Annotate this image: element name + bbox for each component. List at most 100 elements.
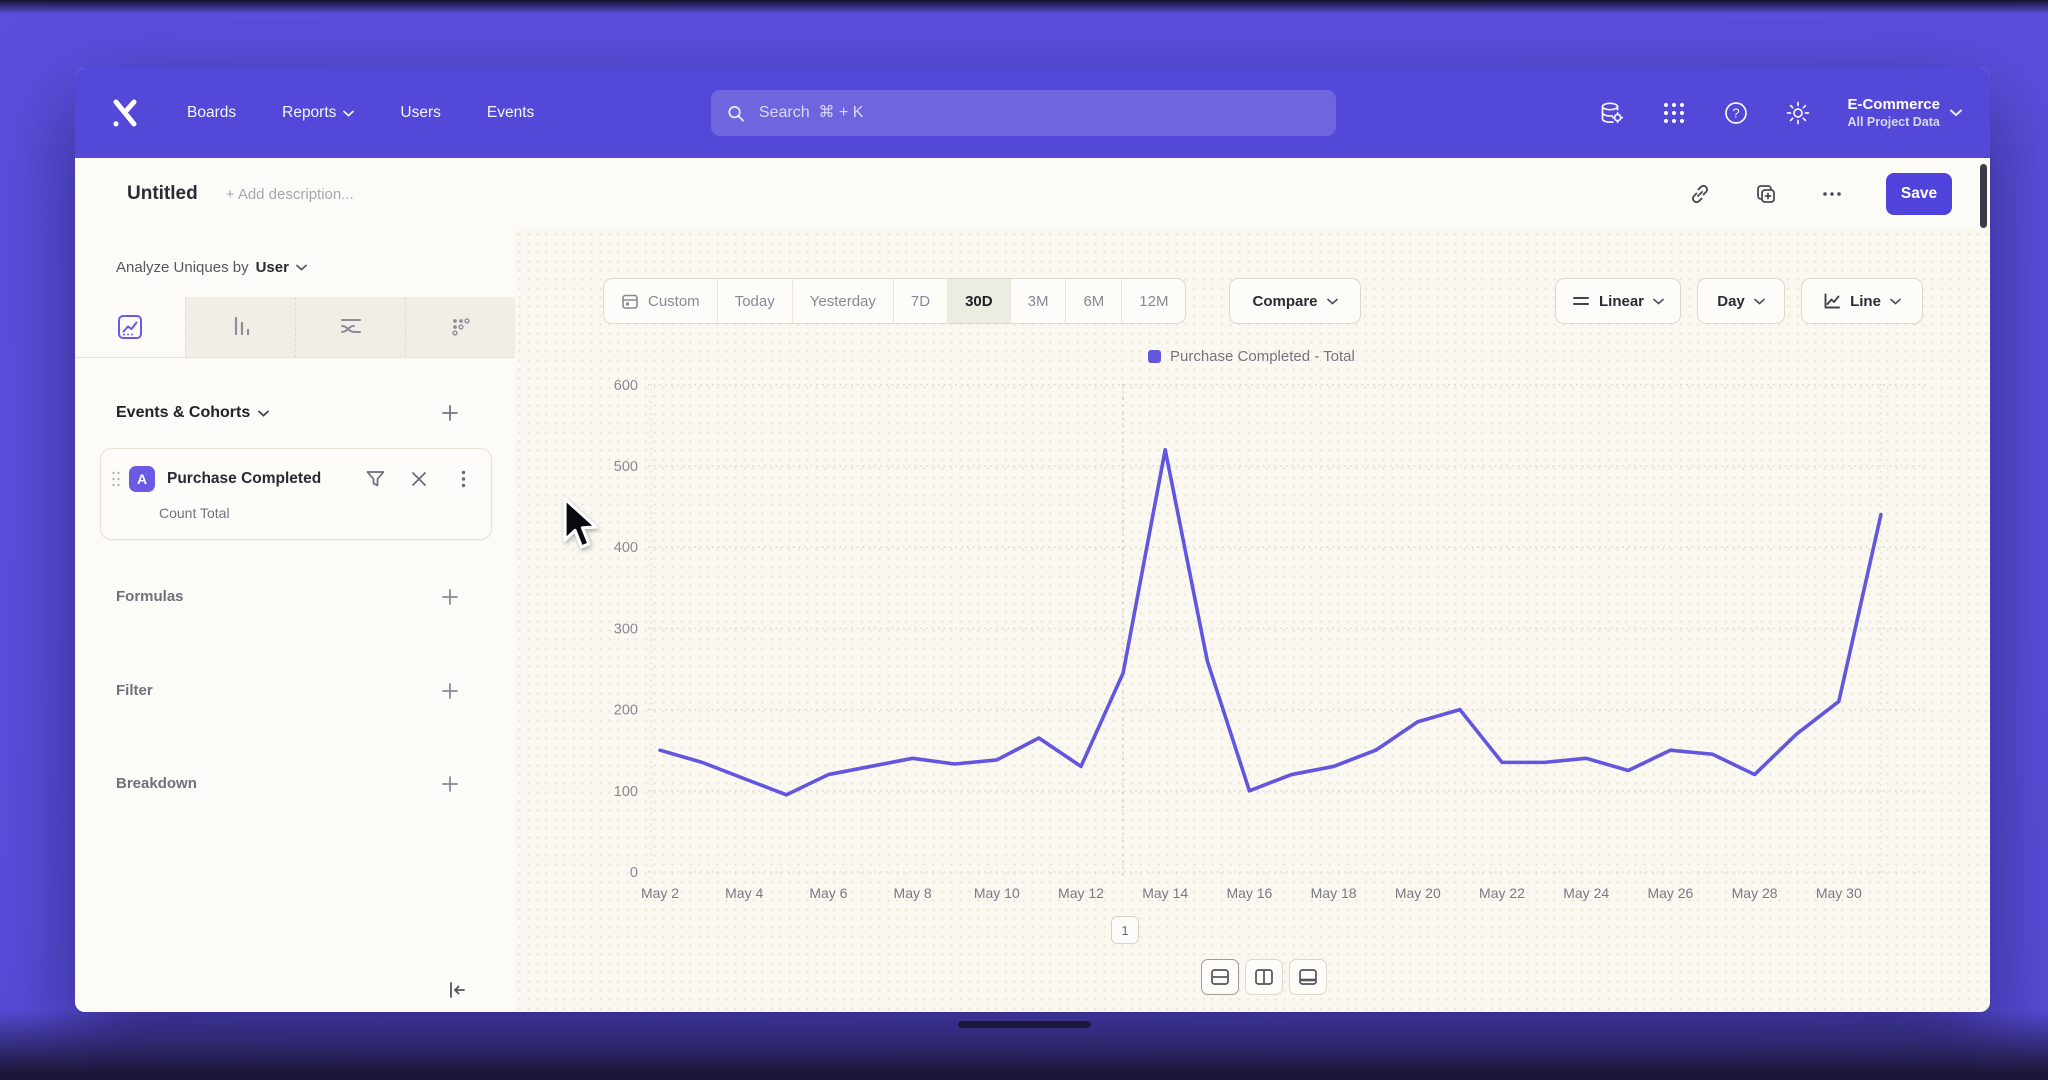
duplicate-icon[interactable] — [1754, 182, 1778, 206]
add-filter-button[interactable] — [437, 678, 463, 704]
event-metric[interactable]: Count Total — [159, 505, 230, 521]
event-card-main-row: A Purchase Completed — [101, 465, 491, 493]
svg-text:May 16: May 16 — [1226, 885, 1272, 901]
bottom-drawer-icon — [1298, 968, 1318, 986]
scrollbar-thumb[interactable] — [1980, 164, 1987, 228]
plus-icon — [441, 404, 459, 422]
nav-item-reports[interactable]: Reports — [282, 104, 354, 122]
help-icon[interactable]: ? — [1723, 100, 1749, 126]
svg-text:May 24: May 24 — [1563, 885, 1609, 901]
apps-grid-icon[interactable] — [1661, 100, 1687, 126]
report-description-placeholder[interactable]: + Add description... — [226, 186, 354, 203]
svg-text:May 2: May 2 — [641, 885, 679, 901]
event-series-badge: A — [129, 466, 155, 492]
remove-event-icon[interactable] — [409, 469, 429, 489]
report-actions: Save — [1688, 173, 1952, 215]
filter-funnel-icon[interactable] — [365, 469, 385, 489]
chevron-down-icon — [1950, 109, 1962, 117]
project-switcher[interactable]: E-Commerce All Project Data — [1847, 96, 1962, 130]
svg-text:May 6: May 6 — [809, 885, 847, 901]
chevron-down-icon[interactable] — [296, 264, 307, 271]
tab-retention[interactable] — [405, 297, 515, 357]
event-card-icons — [365, 469, 473, 489]
event-name[interactable]: Purchase Completed — [167, 470, 321, 488]
svg-text:May 14: May 14 — [1142, 885, 1188, 901]
svg-text:May 18: May 18 — [1311, 885, 1357, 901]
nav-item-label: Users — [400, 104, 440, 122]
svg-text:May 22: May 22 — [1479, 885, 1525, 901]
save-button[interactable]: Save — [1886, 173, 1952, 215]
layout-bottom-drawer-button[interactable] — [1289, 959, 1327, 995]
svg-text:500: 500 — [614, 459, 638, 475]
svg-text:May 4: May 4 — [725, 885, 763, 901]
layout-split-vertical-button[interactable] — [1245, 959, 1283, 995]
chart-canvas: Custom Today Yesterday 7D 30D 3M 6M 12M … — [515, 230, 1990, 1012]
nav-item-events[interactable]: Events — [487, 104, 534, 122]
plus-icon — [441, 588, 459, 606]
svg-text:300: 300 — [614, 621, 638, 637]
split-horizontal-icon — [1210, 968, 1230, 986]
insights-line-chart-icon — [116, 313, 144, 341]
top-navbar: Boards Reports Users Events — [75, 68, 1990, 158]
add-formula-button[interactable] — [437, 584, 463, 610]
svg-text:?: ? — [1733, 106, 1740, 121]
layout-split-horizontal-button[interactable] — [1201, 959, 1239, 995]
drag-handle-icon[interactable] — [111, 471, 121, 487]
data-management-icon[interactable] — [1599, 100, 1625, 126]
panel-layout-toggles — [1201, 959, 1327, 995]
report-type-tabs — [75, 297, 515, 358]
project-info: E-Commerce All Project Data — [1847, 96, 1940, 130]
formulas-section-label: Formulas — [116, 588, 184, 605]
event-card-purchase-completed[interactable]: A Purchase Completed Count Total — [100, 448, 492, 540]
tab-flows[interactable] — [295, 297, 405, 357]
background-vignette-top — [0, 0, 2048, 14]
annotation-marker[interactable]: 1 — [1111, 916, 1139, 944]
flows-icon — [337, 313, 365, 341]
analyze-value-dropdown[interactable]: User — [256, 259, 289, 276]
filter-section-label: Filter — [116, 682, 153, 699]
nav-item-label: Events — [487, 104, 534, 122]
svg-text:May 20: May 20 — [1395, 885, 1441, 901]
event-more-options-icon[interactable] — [453, 469, 473, 489]
add-breakdown-button[interactable] — [437, 771, 463, 797]
mixpanel-logo-icon[interactable] — [105, 93, 145, 133]
svg-text:200: 200 — [614, 703, 638, 719]
svg-text:May 12: May 12 — [1058, 885, 1104, 901]
collapse-sidebar-icon[interactable] — [443, 976, 471, 1004]
app-window: Boards Reports Users Events — [75, 68, 1990, 1012]
nav-item-users[interactable]: Users — [400, 104, 440, 122]
svg-text:400: 400 — [614, 540, 638, 556]
nav-item-boards[interactable]: Boards — [187, 104, 236, 122]
tab-funnels[interactable] — [185, 297, 295, 357]
tab-insights[interactable] — [75, 297, 185, 357]
analyze-label: Analyze Uniques by — [116, 259, 249, 276]
svg-text:May 10: May 10 — [974, 885, 1020, 901]
project-name: E-Commerce — [1847, 96, 1940, 115]
more-options-icon[interactable] — [1820, 182, 1844, 206]
search-input[interactable] — [757, 103, 1320, 123]
chevron-down-icon — [258, 410, 269, 417]
nav-item-label: Boards — [187, 104, 236, 122]
report-title[interactable]: Untitled — [127, 183, 198, 205]
nav-item-label: Reports — [282, 104, 336, 122]
settings-icon[interactable] — [1785, 100, 1811, 126]
add-event-button[interactable] — [437, 400, 463, 426]
primary-nav: Boards Reports Users Events — [187, 104, 534, 122]
project-subtitle: All Project Data — [1847, 115, 1940, 131]
plus-icon — [441, 775, 459, 793]
report-header: Untitled + Add description... Sa — [75, 158, 1990, 231]
svg-text:May 8: May 8 — [894, 885, 932, 901]
svg-text:0: 0 — [630, 865, 638, 881]
plus-icon — [441, 682, 459, 700]
copy-link-icon[interactable] — [1688, 182, 1712, 206]
retention-dots-icon — [447, 313, 475, 341]
trend-line-chart[interactable]: 0100200300400500600May 2May 4May 6May 8M… — [515, 230, 1990, 1012]
global-search[interactable] — [711, 90, 1336, 136]
breakdown-section-label: Breakdown — [116, 775, 197, 792]
svg-text:May 26: May 26 — [1647, 885, 1693, 901]
svg-text:May 30: May 30 — [1816, 885, 1862, 901]
svg-text:600: 600 — [614, 378, 638, 394]
split-vertical-icon — [1254, 968, 1274, 986]
events-cohorts-header[interactable]: Events & Cohorts — [116, 400, 269, 426]
query-builder-sidebar: Analyze Uniques by User — [75, 230, 516, 1012]
